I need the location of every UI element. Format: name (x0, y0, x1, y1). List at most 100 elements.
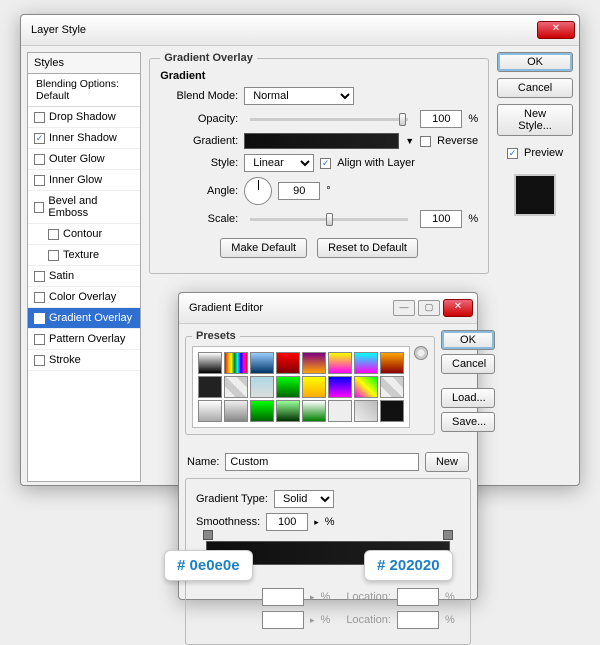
chip-left-color: # 0e0e0e (164, 550, 253, 581)
style-item-texture[interactable]: Texture (28, 245, 140, 266)
preset-swatch[interactable] (302, 376, 326, 398)
preset-swatch[interactable] (302, 352, 326, 374)
preset-swatch[interactable] (250, 400, 274, 422)
blending-options[interactable]: Blending Options: Default (28, 74, 140, 107)
new-style-button[interactable]: New Style... (497, 104, 573, 136)
preset-swatch[interactable] (250, 352, 274, 374)
preset-swatch[interactable] (354, 400, 378, 422)
ge-titlebar[interactable]: Gradient Editor — ▢ ✕ (179, 293, 477, 324)
preset-swatch[interactable] (354, 376, 378, 398)
ge-cancel-button[interactable]: Cancel (441, 354, 495, 374)
opacity-input[interactable] (420, 110, 462, 128)
angle-input[interactable] (278, 182, 320, 200)
close-icon[interactable]: ✕ (537, 21, 575, 39)
style-item-bevel-and-emboss[interactable]: Bevel and Emboss (28, 191, 140, 224)
checkbox[interactable] (34, 292, 45, 303)
chevron-down-icon[interactable]: ▸ (314, 517, 319, 528)
style-item-stroke[interactable]: Stroke (28, 350, 140, 371)
angle-label: Angle: (160, 185, 238, 197)
preset-swatch[interactable] (328, 376, 352, 398)
preset-swatch[interactable] (198, 352, 222, 374)
opacity-slider[interactable] (250, 118, 408, 121)
checkbox[interactable] (34, 355, 45, 366)
style-item-pattern-overlay[interactable]: Pattern Overlay (28, 329, 140, 350)
styles-list: Styles Blending Options: Default Drop Sh… (27, 52, 141, 482)
gradient-swatch[interactable] (244, 133, 399, 149)
align-label: Align with Layer (337, 157, 415, 169)
style-item-gradient-overlay[interactable]: ✓Gradient Overlay (28, 308, 140, 329)
preset-swatch[interactable] (380, 400, 404, 422)
preset-swatch[interactable] (302, 400, 326, 422)
style-item-label: Stroke (49, 354, 81, 366)
titlebar[interactable]: Layer Style ✕ (21, 15, 579, 46)
checkbox[interactable] (48, 229, 59, 240)
cancel-button[interactable]: Cancel (497, 78, 573, 98)
styles-header[interactable]: Styles (28, 53, 140, 74)
smooth-input[interactable] (266, 513, 308, 531)
angle-dial[interactable] (244, 177, 272, 205)
preset-swatch[interactable] (328, 400, 352, 422)
style-item-inner-glow[interactable]: Inner Glow (28, 170, 140, 191)
opacity-stop-left[interactable] (203, 530, 213, 540)
group-title: Gradient Overlay (160, 52, 257, 64)
opacity-stop-right[interactable] (443, 530, 453, 540)
checkbox[interactable] (34, 202, 44, 213)
chip-right-color: # 202020 (364, 550, 453, 581)
checkbox[interactable] (34, 112, 45, 123)
blend-mode-label: Blend Mode: (160, 90, 238, 102)
ge-title: Gradient Editor (189, 302, 390, 314)
preset-swatch[interactable] (224, 376, 248, 398)
new-button[interactable]: New (425, 452, 469, 472)
scale-input[interactable] (420, 210, 462, 228)
style-item-satin[interactable]: Satin (28, 266, 140, 287)
maximize-icon[interactable]: ▢ (418, 300, 440, 316)
minimize-icon[interactable]: — (393, 300, 415, 316)
reverse-checkbox[interactable] (420, 136, 431, 147)
checkbox[interactable] (34, 334, 45, 345)
scale-slider[interactable] (250, 218, 408, 221)
save-button[interactable]: Save... (441, 412, 495, 432)
ge-ok-button[interactable]: OK (441, 330, 495, 350)
preset-swatch[interactable] (328, 352, 352, 374)
preset-swatch[interactable] (250, 376, 274, 398)
preset-swatch[interactable] (354, 352, 378, 374)
name-input[interactable] (225, 453, 419, 471)
style-item-inner-shadow[interactable]: ✓Inner Shadow (28, 128, 140, 149)
checkbox[interactable] (34, 154, 45, 165)
stop-a-input (262, 588, 304, 606)
preview-checkbox[interactable]: ✓ (507, 148, 518, 159)
reset-default-button[interactable]: Reset to Default (317, 238, 418, 258)
preset-swatch[interactable] (276, 352, 300, 374)
preset-swatch[interactable] (276, 400, 300, 422)
preset-swatch[interactable] (198, 400, 222, 422)
preset-swatch[interactable] (380, 376, 404, 398)
type-select[interactable]: Solid (274, 490, 334, 508)
type-label: Gradient Type: (196, 493, 268, 505)
style-select[interactable]: Linear (244, 154, 314, 172)
style-item-label: Color Overlay (49, 291, 116, 303)
checkbox[interactable]: ✓ (34, 133, 45, 144)
checkbox[interactable] (48, 250, 59, 261)
preset-swatch[interactable] (224, 352, 248, 374)
style-item-contour[interactable]: Contour (28, 224, 140, 245)
preset-swatch[interactable] (380, 352, 404, 374)
style-item-outer-glow[interactable]: Outer Glow (28, 149, 140, 170)
preset-swatch[interactable] (224, 400, 248, 422)
checkbox[interactable] (34, 175, 45, 186)
gear-icon[interactable] (414, 346, 428, 360)
align-checkbox[interactable]: ✓ (320, 158, 331, 169)
style-item-color-overlay[interactable]: Color Overlay (28, 287, 140, 308)
preset-swatch[interactable] (198, 376, 222, 398)
make-default-button[interactable]: Make Default (220, 238, 307, 258)
style-item-drop-shadow[interactable]: Drop Shadow (28, 107, 140, 128)
ok-button[interactable]: OK (497, 52, 573, 72)
blend-mode-select[interactable]: Normal (244, 87, 354, 105)
load-button[interactable]: Load... (441, 388, 495, 408)
gradient-label: Gradient: (160, 135, 238, 147)
preset-swatch[interactable] (276, 376, 300, 398)
checkbox[interactable]: ✓ (34, 313, 45, 324)
chevron-down-icon[interactable]: ▼ (405, 136, 414, 146)
ge-close-icon[interactable]: ✕ (443, 299, 473, 317)
checkbox[interactable] (34, 271, 45, 282)
gradient-overlay-group: Gradient Overlay Gradient Blend Mode: No… (149, 52, 489, 274)
